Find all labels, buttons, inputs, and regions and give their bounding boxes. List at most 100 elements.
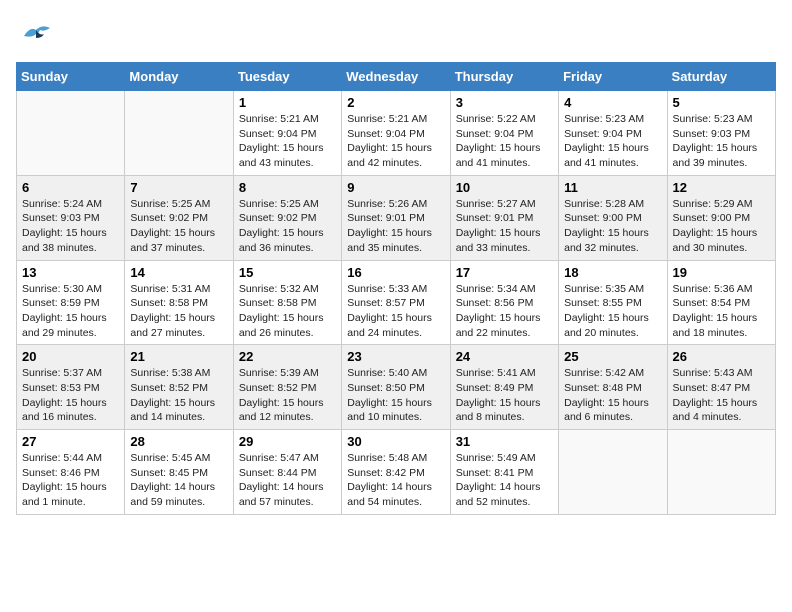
day-number: 8 xyxy=(239,180,336,195)
day-info: Sunrise: 5:47 AM Sunset: 8:44 PM Dayligh… xyxy=(239,451,336,510)
day-number: 6 xyxy=(22,180,119,195)
day-number: 2 xyxy=(347,95,444,110)
day-number: 18 xyxy=(564,265,661,280)
week-row-5: 27 Sunrise: 5:44 AM Sunset: 8:46 PM Dayli… xyxy=(17,430,776,515)
day-info: Sunrise: 5:44 AM Sunset: 8:46 PM Dayligh… xyxy=(22,451,119,510)
day-info: Sunrise: 5:22 AM Sunset: 9:04 PM Dayligh… xyxy=(456,112,553,171)
day-info: Sunrise: 5:27 AM Sunset: 9:01 PM Dayligh… xyxy=(456,197,553,256)
calendar-cell: 31 Sunrise: 5:49 AM Sunset: 8:41 PM Dayli… xyxy=(450,430,558,515)
calendar-cell: 24 Sunrise: 5:41 AM Sunset: 8:49 PM Dayli… xyxy=(450,345,558,430)
day-info: Sunrise: 5:24 AM Sunset: 9:03 PM Dayligh… xyxy=(22,197,119,256)
calendar-cell: 22 Sunrise: 5:39 AM Sunset: 8:52 PM Dayli… xyxy=(233,345,341,430)
calendar-cell: 4 Sunrise: 5:23 AM Sunset: 9:04 PM Daylig… xyxy=(559,91,667,176)
calendar-cell: 10 Sunrise: 5:27 AM Sunset: 9:01 PM Dayli… xyxy=(450,175,558,260)
calendar-cell: 25 Sunrise: 5:42 AM Sunset: 8:48 PM Dayli… xyxy=(559,345,667,430)
day-number: 24 xyxy=(456,349,553,364)
day-number: 20 xyxy=(22,349,119,364)
day-info: Sunrise: 5:21 AM Sunset: 9:04 PM Dayligh… xyxy=(347,112,444,171)
day-number: 4 xyxy=(564,95,661,110)
calendar-cell: 20 Sunrise: 5:37 AM Sunset: 8:53 PM Dayli… xyxy=(17,345,125,430)
day-info: Sunrise: 5:23 AM Sunset: 9:04 PM Dayligh… xyxy=(564,112,661,171)
weekday-friday: Friday xyxy=(559,63,667,91)
calendar-cell: 23 Sunrise: 5:40 AM Sunset: 8:50 PM Dayli… xyxy=(342,345,450,430)
calendar-cell: 5 Sunrise: 5:23 AM Sunset: 9:03 PM Daylig… xyxy=(667,91,775,176)
calendar-cell xyxy=(559,430,667,515)
day-number: 27 xyxy=(22,434,119,449)
day-number: 10 xyxy=(456,180,553,195)
calendar-cell: 2 Sunrise: 5:21 AM Sunset: 9:04 PM Daylig… xyxy=(342,91,450,176)
day-info: Sunrise: 5:21 AM Sunset: 9:04 PM Dayligh… xyxy=(239,112,336,171)
logo xyxy=(16,16,54,52)
day-info: Sunrise: 5:39 AM Sunset: 8:52 PM Dayligh… xyxy=(239,366,336,425)
day-info: Sunrise: 5:45 AM Sunset: 8:45 PM Dayligh… xyxy=(130,451,227,510)
calendar-cell: 29Sunrise: 5:47 AM Sunset: 8:44 PM Dayli… xyxy=(233,430,341,515)
day-number: 13 xyxy=(22,265,119,280)
calendar-cell: 13 Sunrise: 5:30 AM Sunset: 8:59 PM Dayli… xyxy=(17,260,125,345)
calendar-body: 1 Sunrise: 5:21 AM Sunset: 9:04 PM Daylig… xyxy=(17,91,776,515)
day-info: Sunrise: 5:29 AM Sunset: 9:00 PM Dayligh… xyxy=(673,197,770,256)
day-number: 19 xyxy=(673,265,770,280)
day-info: Sunrise: 5:26 AM Sunset: 9:01 PM Dayligh… xyxy=(347,197,444,256)
page-header xyxy=(16,16,776,52)
calendar-cell: 14 Sunrise: 5:31 AM Sunset: 8:58 PM Dayli… xyxy=(125,260,233,345)
day-info: Sunrise: 5:34 AM Sunset: 8:56 PM Dayligh… xyxy=(456,282,553,341)
day-info: Sunrise: 5:35 AM Sunset: 8:55 PM Dayligh… xyxy=(564,282,661,341)
day-number: 17 xyxy=(456,265,553,280)
weekday-saturday: Saturday xyxy=(667,63,775,91)
day-info: Sunrise: 5:42 AM Sunset: 8:48 PM Dayligh… xyxy=(564,366,661,425)
calendar-cell: 1 Sunrise: 5:21 AM Sunset: 9:04 PM Daylig… xyxy=(233,91,341,176)
calendar-cell: 9 Sunrise: 5:26 AM Sunset: 9:01 PM Daylig… xyxy=(342,175,450,260)
day-number: 11 xyxy=(564,180,661,195)
calendar-cell: 7Sunrise: 5:25 AM Sunset: 9:02 PM Daylig… xyxy=(125,175,233,260)
day-info: Sunrise: 5:23 AM Sunset: 9:03 PM Dayligh… xyxy=(673,112,770,171)
day-number: 22 xyxy=(239,349,336,364)
calendar-cell: 11 Sunrise: 5:28 AM Sunset: 9:00 PM Dayli… xyxy=(559,175,667,260)
day-number: 23 xyxy=(347,349,444,364)
weekday-monday: Monday xyxy=(125,63,233,91)
calendar-cell: 16Sunrise: 5:33 AM Sunset: 8:57 PM Dayli… xyxy=(342,260,450,345)
day-number: 30 xyxy=(347,434,444,449)
calendar-cell: 27 Sunrise: 5:44 AM Sunset: 8:46 PM Dayli… xyxy=(17,430,125,515)
day-info: Sunrise: 5:28 AM Sunset: 9:00 PM Dayligh… xyxy=(564,197,661,256)
calendar-cell: 8Sunrise: 5:25 AM Sunset: 9:02 PM Daylig… xyxy=(233,175,341,260)
weekday-thursday: Thursday xyxy=(450,63,558,91)
day-number: 1 xyxy=(239,95,336,110)
calendar-cell: 6 Sunrise: 5:24 AM Sunset: 9:03 PM Daylig… xyxy=(17,175,125,260)
calendar-cell: 17 Sunrise: 5:34 AM Sunset: 8:56 PM Dayli… xyxy=(450,260,558,345)
calendar-cell: 28 Sunrise: 5:45 AM Sunset: 8:45 PM Dayli… xyxy=(125,430,233,515)
day-number: 14 xyxy=(130,265,227,280)
day-info: Sunrise: 5:31 AM Sunset: 8:58 PM Dayligh… xyxy=(130,282,227,341)
day-info: Sunrise: 5:25 AM Sunset: 9:02 PM Dayligh… xyxy=(130,197,227,256)
day-info: Sunrise: 5:30 AM Sunset: 8:59 PM Dayligh… xyxy=(22,282,119,341)
day-number: 21 xyxy=(130,349,227,364)
weekday-wednesday: Wednesday xyxy=(342,63,450,91)
calendar-cell: 21Sunrise: 5:38 AM Sunset: 8:52 PM Dayli… xyxy=(125,345,233,430)
week-row-4: 20 Sunrise: 5:37 AM Sunset: 8:53 PM Dayli… xyxy=(17,345,776,430)
calendar-cell: 12 Sunrise: 5:29 AM Sunset: 9:00 PM Dayli… xyxy=(667,175,775,260)
day-number: 3 xyxy=(456,95,553,110)
day-info: Sunrise: 5:49 AM Sunset: 8:41 PM Dayligh… xyxy=(456,451,553,510)
day-info: Sunrise: 5:43 AM Sunset: 8:47 PM Dayligh… xyxy=(673,366,770,425)
day-info: Sunrise: 5:48 AM Sunset: 8:42 PM Dayligh… xyxy=(347,451,444,510)
day-number: 12 xyxy=(673,180,770,195)
day-number: 25 xyxy=(564,349,661,364)
weekday-tuesday: Tuesday xyxy=(233,63,341,91)
day-info: Sunrise: 5:40 AM Sunset: 8:50 PM Dayligh… xyxy=(347,366,444,425)
day-info: Sunrise: 5:37 AM Sunset: 8:53 PM Dayligh… xyxy=(22,366,119,425)
calendar-cell: 15 Sunrise: 5:32 AM Sunset: 8:58 PM Dayli… xyxy=(233,260,341,345)
day-number: 15 xyxy=(239,265,336,280)
weekday-header-row: SundayMondayTuesdayWednesdayThursdayFrid… xyxy=(17,63,776,91)
day-number: 9 xyxy=(347,180,444,195)
day-number: 31 xyxy=(456,434,553,449)
week-row-1: 1 Sunrise: 5:21 AM Sunset: 9:04 PM Daylig… xyxy=(17,91,776,176)
day-info: Sunrise: 5:36 AM Sunset: 8:54 PM Dayligh… xyxy=(673,282,770,341)
day-number: 28 xyxy=(130,434,227,449)
day-info: Sunrise: 5:32 AM Sunset: 8:58 PM Dayligh… xyxy=(239,282,336,341)
day-number: 5 xyxy=(673,95,770,110)
calendar-cell: 3 Sunrise: 5:22 AM Sunset: 9:04 PM Daylig… xyxy=(450,91,558,176)
calendar-cell xyxy=(17,91,125,176)
calendar-cell xyxy=(125,91,233,176)
week-row-2: 6 Sunrise: 5:24 AM Sunset: 9:03 PM Daylig… xyxy=(17,175,776,260)
day-number: 16 xyxy=(347,265,444,280)
day-info: Sunrise: 5:41 AM Sunset: 8:49 PM Dayligh… xyxy=(456,366,553,425)
